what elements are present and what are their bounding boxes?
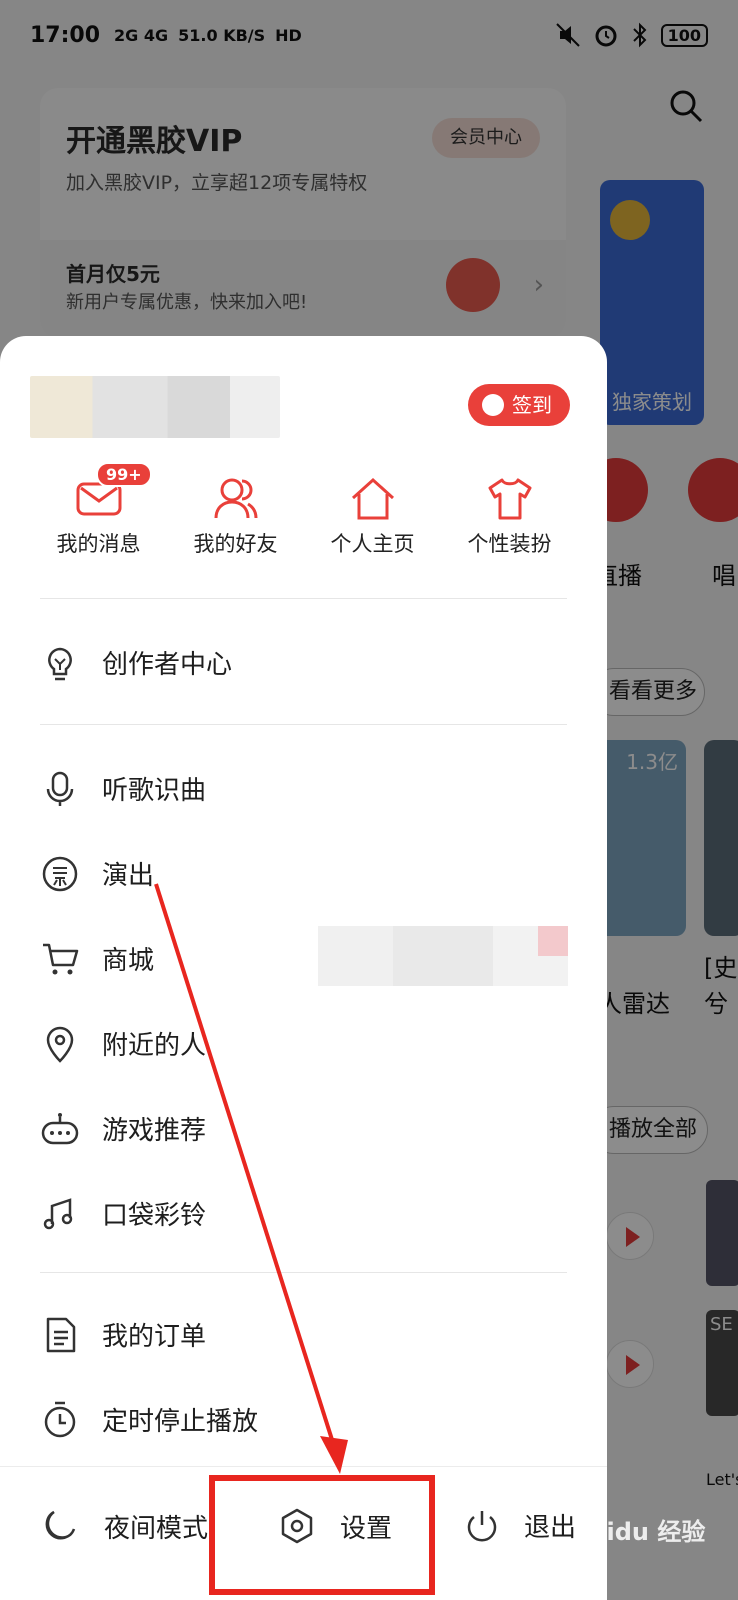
menu-item-song-recognition[interactable]: 听歌识曲 <box>40 746 580 831</box>
promo-illustration <box>446 258 500 312</box>
exit-label: 退出 <box>524 1513 577 1543</box>
quick-action-label: 个人主页 <box>330 532 415 556</box>
settings-button[interactable]: 设置 <box>278 1507 392 1545</box>
ringtone-icon <box>43 1197 73 1229</box>
divider <box>40 598 567 599</box>
menu-group-features: 听歌识曲 演出 商城 附近的人 游戏推荐 口袋彩铃 <box>40 746 580 1256</box>
moon-icon <box>45 1510 76 1540</box>
gamepad-icon <box>41 1112 79 1144</box>
mic-icon <box>46 771 74 806</box>
vip-subtitle: 加入黑胶VIP，立享超12项专属特权 <box>66 172 368 194</box>
night-mode-label: 夜间模式 <box>104 1513 209 1544</box>
quick-actions: 99+ 我的消息 我的好友 个人主页 个性装扮 <box>30 462 578 566</box>
quick-action-friends[interactable]: 我的好友 <box>167 476 304 566</box>
chevron-right-icon: › <box>533 270 544 300</box>
menu-group-creator: 创作者中心 <box>40 620 580 705</box>
settings-icon <box>281 1508 313 1544</box>
vip-card[interactable]: 开通黑胶VIP 加入黑胶VIP，立享超12项专属特权 会员中心 首月仅5元 新用… <box>40 88 566 338</box>
user-row: 签到 <box>30 376 570 446</box>
divider <box>40 724 567 725</box>
night-mode-button[interactable]: 夜间模式 <box>42 1507 208 1545</box>
avatar-username-blurred[interactable] <box>30 376 280 438</box>
ticket-icon <box>42 856 78 891</box>
bulb-icon <box>48 647 72 680</box>
quick-action-label: 个性装扮 <box>467 532 552 556</box>
vip-promo-banner[interactable]: 首月仅5元 新用户专属优惠，快来加入吧! › <box>40 240 566 338</box>
drawer-bottom-bar: 夜间模式 设置 退出 <box>0 1466 607 1600</box>
watermark: Baidu 经验 <box>572 1518 706 1546</box>
promo-subtitle: 新用户专属优惠，快来加入吧! <box>66 292 308 313</box>
menu-item-label: 我的订单 <box>102 1322 207 1352</box>
shirt-icon <box>488 478 531 520</box>
quick-action-label: 我的消息 <box>56 532 141 556</box>
quick-action-skins[interactable]: 个性装扮 <box>441 476 578 566</box>
power-icon <box>467 1510 497 1541</box>
member-center-button[interactable]: 会员中心 <box>432 118 540 158</box>
divider <box>40 1272 567 1273</box>
blurred-region-accent <box>538 926 568 956</box>
menu-item-label: 口袋彩铃 <box>102 1201 207 1231</box>
menu-item-shows[interactable]: 演出 <box>40 831 580 916</box>
menu-item-label: 演出 <box>102 861 155 891</box>
vip-title: 开通黑胶VIP <box>66 124 243 159</box>
menu-item-label: 定时停止播放 <box>102 1407 259 1437</box>
quick-action-homepage[interactable]: 个人主页 <box>304 476 441 566</box>
quick-action-messages[interactable]: 99+ 我的消息 <box>30 462 167 566</box>
menu-item-my-orders[interactable]: 我的订单 <box>40 1292 580 1377</box>
promo-title: 首月仅5元 <box>66 262 160 286</box>
checkin-label: 签到 <box>512 393 552 417</box>
menu-item-nearby-people[interactable]: 附近的人 <box>40 1001 580 1086</box>
menu-item-games[interactable]: 游戏推荐 <box>40 1086 580 1171</box>
message-badge: 99+ <box>96 462 152 487</box>
menu-item-creator-center[interactable]: 创作者中心 <box>40 620 580 705</box>
location-icon <box>46 1026 74 1063</box>
checkin-button[interactable]: 签到 <box>468 384 570 426</box>
menu-item-label: 商城 <box>102 946 155 976</box>
order-icon <box>46 1317 76 1352</box>
cart-icon <box>43 943 79 974</box>
home-icon <box>351 477 394 520</box>
checkin-icon <box>482 394 504 416</box>
blurred-region <box>318 926 568 986</box>
menu-item-label: 创作者中心 <box>102 650 233 680</box>
timer-icon <box>44 1401 76 1437</box>
menu-group-orders: 我的订单 定时停止播放 <box>40 1292 580 1462</box>
menu-item-label: 游戏推荐 <box>102 1116 207 1146</box>
exit-button[interactable]: 退出 <box>464 1507 576 1544</box>
menu-item-ringtone[interactable]: 口袋彩铃 <box>40 1171 580 1256</box>
settings-label: 设置 <box>340 1513 393 1544</box>
friends-icon <box>214 478 257 519</box>
side-drawer: 签到 99+ 我的消息 我的好友 个人主页 个性装扮 创作者中心 听歌识曲 演出… <box>0 336 607 1600</box>
menu-item-label: 听歌识曲 <box>102 776 207 806</box>
menu-item-label: 附近的人 <box>102 1031 207 1061</box>
menu-item-sleep-timer[interactable]: 定时停止播放 <box>40 1377 580 1462</box>
quick-action-label: 我的好友 <box>193 532 278 556</box>
